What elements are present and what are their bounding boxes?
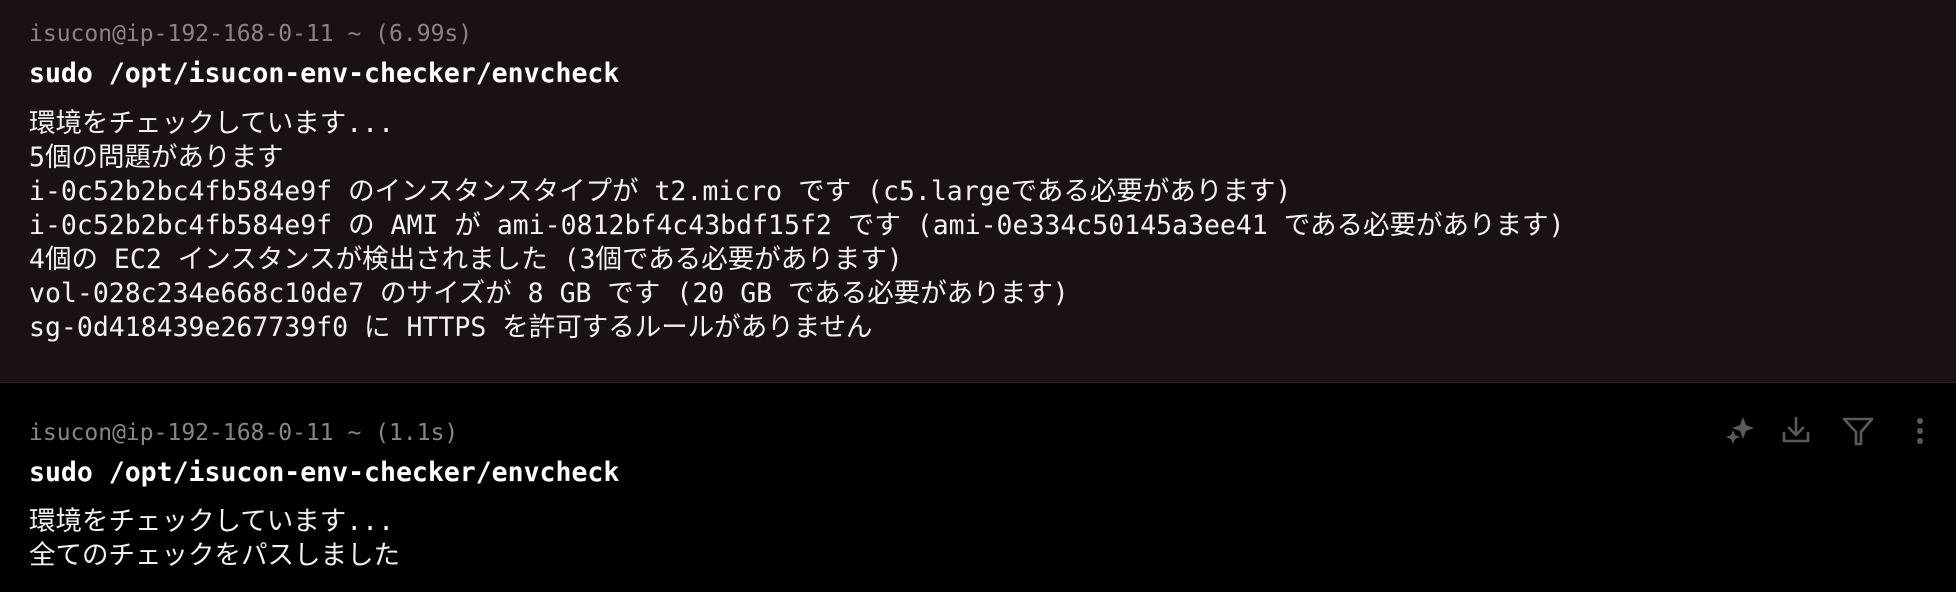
command-text: sudo /opt/isucon-env-checker/envcheck: [29, 457, 620, 488]
command-text: sudo /opt/isucon-env-checker/envcheck: [29, 58, 620, 89]
filter-icon[interactable]: [1840, 413, 1876, 449]
block-toolbar: [1696, 413, 1956, 453]
output-line: 環境をチェックしています...: [29, 506, 395, 537]
sparkles-icon[interactable]: [1722, 413, 1758, 449]
output-line: 全てのチェックをパスしました: [29, 540, 400, 571]
output-line: 4個の EC2 インスタンスが検出されました (3個である必要があります): [29, 244, 903, 275]
output-line: i-0c52b2bc4fb584e9f の AMI が ami-0812bf4c…: [29, 210, 1565, 241]
output-line: 5個の問題があります: [29, 142, 284, 173]
prompt-line: isucon@ip-192-168-0-11 ~ (6.99s): [29, 21, 473, 47]
command-output: 環境をチェックしています... 5個の問題があります i-0c52b2bc4fb…: [29, 107, 1929, 345]
command-block-1[interactable]: isucon@ip-192-168-0-11 ~ (6.99s) sudo /o…: [0, 0, 1956, 383]
command-block-2[interactable]: isucon@ip-192-168-0-11 ~ (1.1s) sudo /op…: [0, 383, 1956, 592]
command-output: 環境をチェックしています... 全てのチェックをパスしました: [29, 505, 1929, 573]
output-line: vol-028c234e668c10de7 のサイズが 8 GB です (20 …: [29, 278, 1069, 309]
output-line: i-0c52b2bc4fb584e9f のインスタンスタイプが t2.micro…: [29, 176, 1292, 207]
prompt-line: isucon@ip-192-168-0-11 ~ (1.1s): [29, 420, 459, 446]
output-line: sg-0d418439e267739f0 に HTTPS を許可するルールがあり…: [29, 312, 873, 343]
output-line: 環境をチェックしています...: [29, 108, 395, 139]
download-icon[interactable]: [1778, 413, 1814, 449]
more-vertical-icon[interactable]: [1902, 413, 1938, 449]
